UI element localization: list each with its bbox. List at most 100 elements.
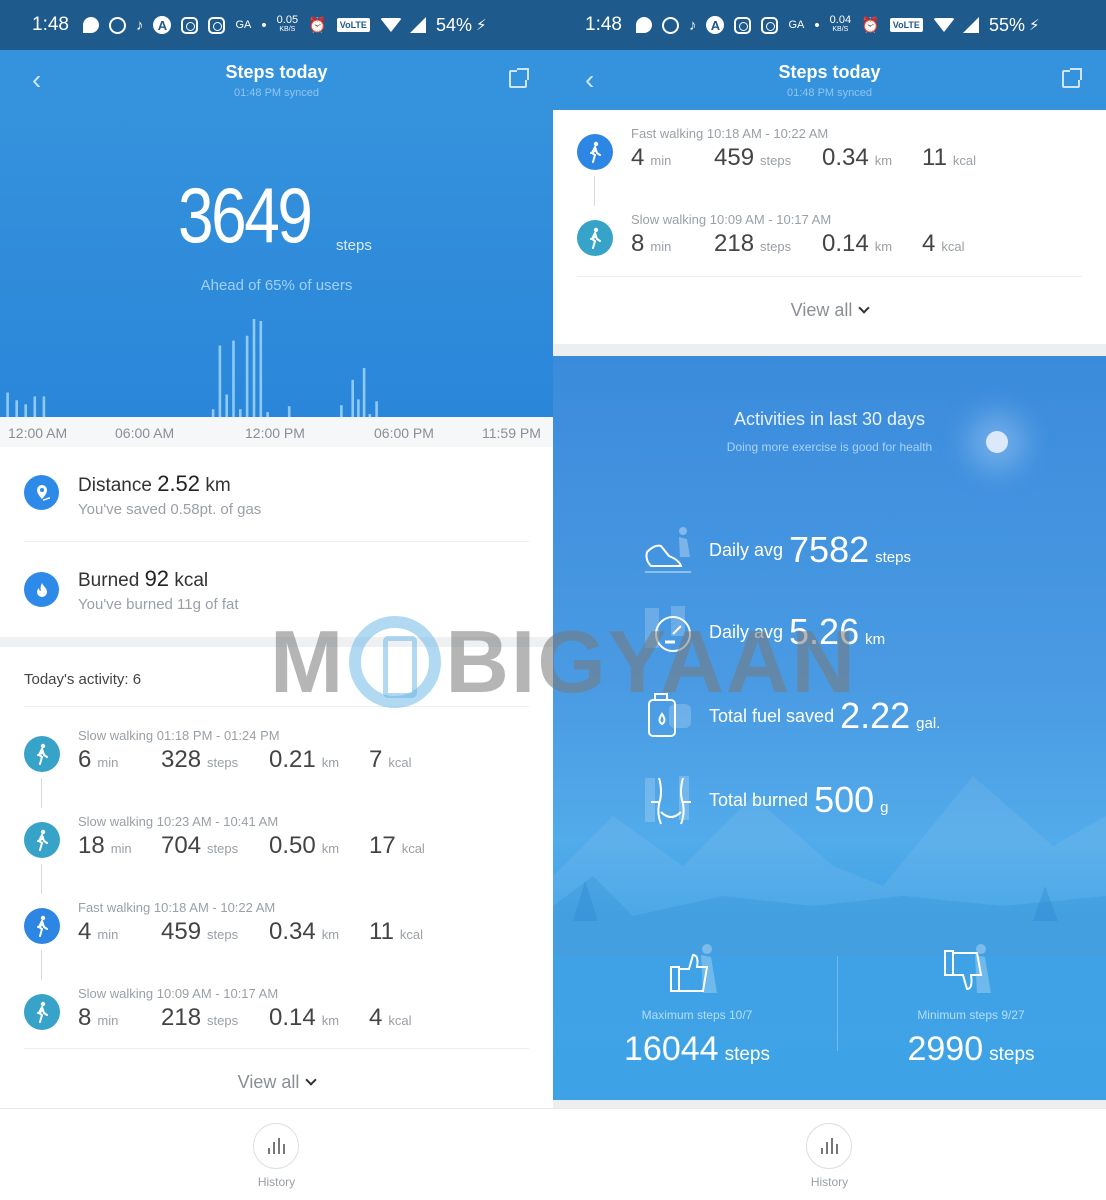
battery-percent: 55%: [988, 14, 1025, 35]
instagram-icon-2: [208, 16, 226, 34]
chart-bar: [340, 405, 343, 417]
activity-item[interactable]: Slow walking 01:18 PM - 01:24 PM 6 min 328 s…: [0, 724, 553, 810]
activity-duration: 4 min: [78, 918, 161, 946]
duration-unit: min: [110, 841, 132, 856]
stat-unit: km: [865, 631, 886, 648]
distance-unit: km: [321, 841, 340, 856]
distance-summary[interactable]: Distance 2.52 km You've saved 0.58pt. of…: [0, 447, 553, 542]
history-icon-bar: [825, 1142, 828, 1154]
app-a-icon: A: [706, 16, 725, 34]
message-icon: [635, 17, 652, 33]
activity-label: Fast walking 10:18 AM - 10:22 AM: [631, 126, 829, 141]
steps-today-screen-scrolled: 1:48 ♪ A GA • 0.04 KB/S ⏰ VoLTE 55% ⚡ ‹ S…: [553, 0, 1106, 1200]
chevron-down-icon: [305, 1074, 318, 1086]
battery-percent: 54%: [435, 14, 472, 35]
bottom-bar: History: [0, 1108, 553, 1200]
duration-unit: min: [97, 927, 119, 942]
duration-value: 8: [631, 230, 645, 257]
view-all-button[interactable]: View all: [553, 300, 1106, 321]
gaana-icon: GA: [788, 18, 805, 31]
activity-duration: 8 min: [78, 1004, 161, 1032]
chart-bar: [259, 321, 263, 417]
activity-item[interactable]: Fast walking 10:18 AM - 10:22 AM 4 min 459 s…: [0, 896, 553, 982]
calories-unit: kcal: [401, 841, 425, 856]
steps-unit: steps: [760, 153, 792, 168]
tiktok-icon: ♪: [688, 16, 697, 34]
duration-unit: min: [650, 239, 672, 254]
calories-unit: kcal: [399, 927, 424, 942]
history-button[interactable]: [806, 1123, 852, 1169]
activity-item[interactable]: Slow walking 10:09 AM - 10:17 AM 8 min 218 s…: [553, 208, 1106, 294]
last-30-title: Activities in last 30 days: [733, 409, 926, 429]
max-steps-value-row: 16044 steps: [559, 1030, 835, 1069]
charging-icon: ⚡: [1028, 16, 1040, 34]
net-speed-value: 0.04: [829, 14, 852, 26]
fast-walk-icon: [577, 134, 613, 170]
whatsapp-icon: [661, 16, 679, 34]
activity-item[interactable]: Slow walking 10:09 AM - 10:17 AM 8 min 218 s…: [0, 982, 553, 1068]
last-30-days-panel: Activities in last 30 days Doing more ex…: [553, 356, 1106, 1100]
activity-distance: 0.34 km: [822, 144, 922, 172]
distance-unit: km: [321, 927, 340, 942]
calories-summary[interactable]: Burned 92 kcal You've burned 11g of fat: [0, 542, 553, 637]
duration-value: 6: [78, 746, 92, 773]
history-icon-bar: [267, 1148, 270, 1154]
activity-calories: 4 kcal: [922, 230, 964, 258]
activity-distance: 0.14 km: [822, 230, 922, 258]
chart-x-axis: 12:00 AM 06:00 AM 12:00 PM 06:00 PM 11:5…: [0, 417, 553, 447]
activity-distance: 0.21 km: [269, 746, 369, 774]
activity-duration: 6 min: [78, 746, 161, 774]
slow-walk-icon: [24, 822, 60, 858]
min-steps-label: Minimum steps 9/27: [917, 1008, 1025, 1022]
activity-distance: 0.34 km: [269, 918, 369, 946]
calories-value: 17: [369, 832, 396, 859]
thumbs-up-icon: [670, 944, 717, 993]
view-all-label: View all: [790, 300, 853, 320]
chart-bar: [6, 392, 9, 417]
activity-count: Today's activity: 6: [24, 671, 142, 688]
volte-badge: VoLTE: [889, 18, 923, 32]
distance-value: 2.52: [157, 471, 201, 496]
view-all-button[interactable]: View all: [0, 1072, 553, 1093]
calories-unit: kcal: [952, 153, 977, 168]
message-icon: [82, 17, 99, 33]
calories-text: Burned 92 kcal: [78, 566, 208, 592]
share-button[interactable]: [509, 68, 529, 88]
history-button[interactable]: [253, 1123, 299, 1169]
share-button[interactable]: [1062, 68, 1082, 88]
sync-status: 01:48 PM synced: [234, 87, 319, 99]
stat-label: Total burned: [709, 789, 809, 810]
activity-distance: 0.14 km: [269, 1004, 369, 1032]
distance-unit: km: [321, 1013, 340, 1028]
section-divider: [553, 1100, 1106, 1108]
activity-item[interactable]: Fast walking 10:18 AM - 10:22 AM 4 min 459 s…: [553, 122, 1106, 208]
max-steps-label: Maximum steps 10/7: [641, 1008, 753, 1022]
history-icon-bar: [820, 1148, 823, 1154]
status-bar: 1:48 ♪ A GA • 0.04 KB/S ⏰ VoLTE 55% ⚡: [553, 0, 1106, 50]
calories-value: 4: [922, 230, 936, 257]
stat-fuel-saved: Total fuel saved 2.22 gal.: [643, 686, 940, 746]
min-steps-value: 2990: [907, 1030, 984, 1068]
stat-unit: steps: [875, 549, 911, 566]
x-tick-label: 06:00 AM: [115, 425, 175, 441]
step-count: 3649: [178, 171, 313, 259]
dot-icon: •: [261, 16, 267, 34]
min-steps-unit: steps: [989, 1044, 1035, 1065]
chart-bar: [357, 399, 360, 417]
shoe-icon: [643, 522, 699, 578]
activity-item[interactable]: Slow walking 10:23 AM - 10:41 AM 18 min 704…: [0, 810, 553, 896]
waist-icon: [643, 772, 699, 828]
instagram-icon: [734, 16, 752, 34]
chart-bar: [211, 409, 215, 417]
stat-label: Daily avg: [709, 621, 784, 642]
calories-unit: kcal: [174, 570, 209, 591]
steps-unit: steps: [207, 755, 239, 770]
duration-value: 18: [78, 832, 105, 859]
steps-bar-chart: [6, 319, 378, 417]
history-icon-bar: [835, 1144, 838, 1154]
stat-label: Daily avg: [709, 539, 784, 560]
steps-value: 459: [714, 144, 755, 171]
steps-unit: steps: [207, 1013, 239, 1028]
app-header: ‹ Steps today 01:48 PM synced: [0, 50, 553, 110]
stat-daily-steps: Daily avg 7582 steps: [643, 520, 911, 580]
